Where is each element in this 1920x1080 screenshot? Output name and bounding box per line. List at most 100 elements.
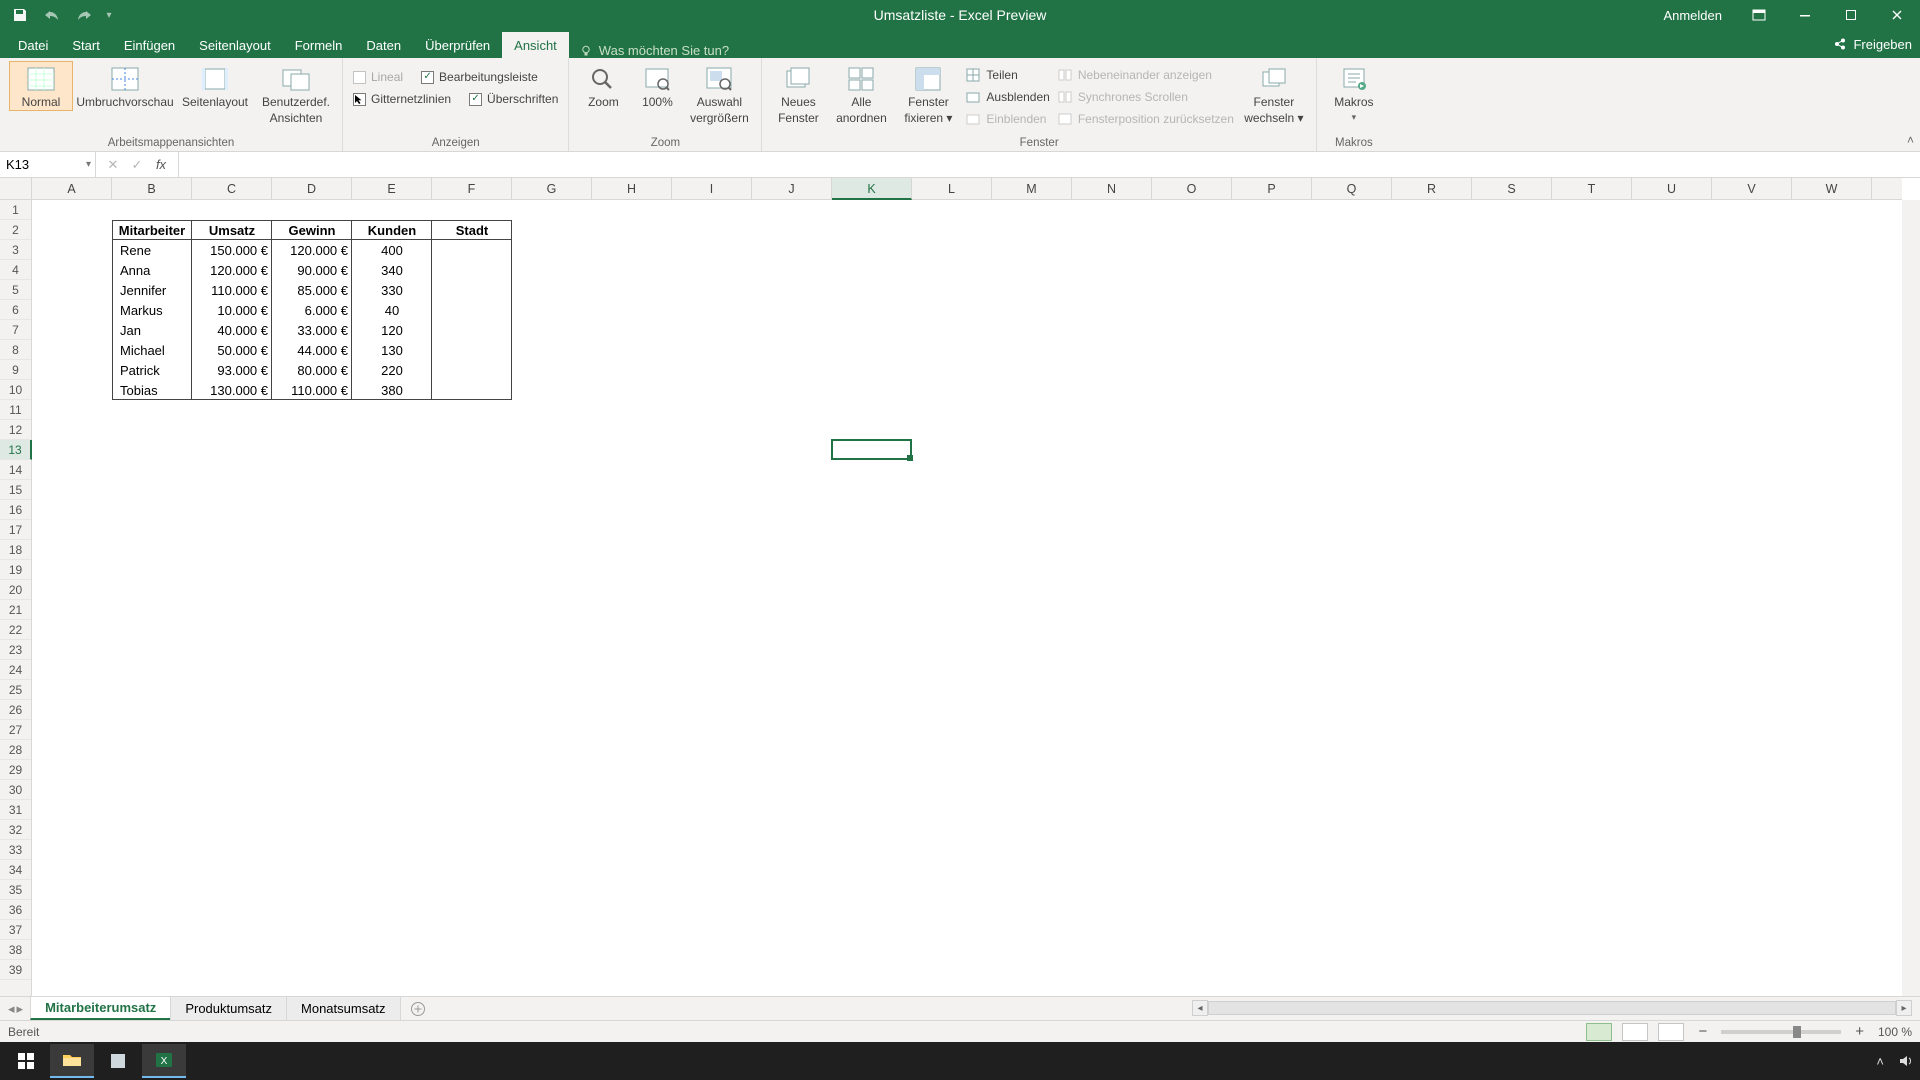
cell[interactable]	[432, 480, 512, 500]
cell[interactable]: 85.000 €	[272, 280, 352, 300]
cell[interactable]	[1632, 960, 1712, 980]
cell[interactable]	[512, 640, 592, 660]
cell[interactable]	[992, 740, 1072, 760]
cell[interactable]	[1632, 540, 1712, 560]
cell[interactable]	[1392, 840, 1472, 860]
cell[interactable]	[752, 940, 832, 960]
taskbar-explorer[interactable]	[50, 1044, 94, 1078]
cell[interactable]	[32, 800, 112, 820]
cell[interactable]	[432, 900, 512, 920]
view-pagelayout-button[interactable]: Seitenlayout	[178, 62, 252, 110]
cell[interactable]	[1392, 740, 1472, 760]
cell[interactable]	[1712, 340, 1792, 360]
cell[interactable]	[1072, 400, 1152, 420]
cell[interactable]	[1472, 780, 1552, 800]
cell[interactable]	[672, 520, 752, 540]
cell[interactable]	[592, 360, 672, 380]
cell[interactable]	[1632, 420, 1712, 440]
row-header[interactable]: 18	[0, 540, 31, 560]
cell[interactable]	[1072, 240, 1152, 260]
save-icon[interactable]	[6, 3, 34, 27]
cell[interactable]	[592, 300, 672, 320]
cell[interactable]	[1632, 260, 1712, 280]
cell[interactable]	[1152, 580, 1232, 600]
cell[interactable]	[1392, 340, 1472, 360]
cell[interactable]	[672, 400, 752, 420]
cell[interactable]	[1232, 820, 1312, 840]
cell[interactable]	[1072, 600, 1152, 620]
cell[interactable]	[1712, 680, 1792, 700]
cell[interactable]	[112, 580, 192, 600]
cell[interactable]	[352, 620, 432, 640]
cell[interactable]	[752, 720, 832, 740]
sheet-tab[interactable]: Monatsumsatz	[286, 997, 401, 1020]
row-header[interactable]: 9	[0, 360, 31, 380]
cell[interactable]	[1712, 360, 1792, 380]
cell[interactable]	[1552, 880, 1632, 900]
cell[interactable]	[1632, 300, 1712, 320]
cell[interactable]	[1392, 520, 1472, 540]
cell[interactable]	[752, 600, 832, 620]
cell[interactable]	[912, 320, 992, 340]
cell[interactable]	[912, 420, 992, 440]
cell[interactable]	[1072, 840, 1152, 860]
cell[interactable]	[352, 820, 432, 840]
cell[interactable]	[672, 200, 752, 220]
cell[interactable]	[1152, 540, 1232, 560]
cell[interactable]	[592, 920, 672, 940]
ribbon-tab-ansicht[interactable]: Ansicht	[502, 32, 569, 58]
cell[interactable]	[1072, 360, 1152, 380]
cell[interactable]	[912, 940, 992, 960]
cell[interactable]	[192, 460, 272, 480]
cell[interactable]	[192, 680, 272, 700]
cell[interactable]	[32, 880, 112, 900]
cell[interactable]	[592, 380, 672, 400]
cell[interactable]	[192, 880, 272, 900]
cell[interactable]: 40	[352, 300, 432, 320]
cell[interactable]	[432, 380, 512, 400]
cell[interactable]	[32, 560, 112, 580]
cell[interactable]	[512, 200, 592, 220]
cell[interactable]	[272, 680, 352, 700]
cell[interactable]	[832, 780, 912, 800]
cell[interactable]	[1552, 700, 1632, 720]
cell[interactable]	[1792, 500, 1872, 520]
cell[interactable]	[1152, 880, 1232, 900]
cell[interactable]	[912, 920, 992, 940]
cell[interactable]	[512, 940, 592, 960]
cell[interactable]	[1152, 900, 1232, 920]
cell[interactable]	[432, 940, 512, 960]
cell[interactable]	[1152, 260, 1232, 280]
cell[interactable]	[1472, 680, 1552, 700]
cell[interactable]	[1552, 600, 1632, 620]
cell[interactable]	[112, 800, 192, 820]
cell[interactable]	[32, 860, 112, 880]
cell[interactable]	[1712, 500, 1792, 520]
row-header[interactable]: 5	[0, 280, 31, 300]
cell[interactable]	[1632, 620, 1712, 640]
cell[interactable]	[272, 200, 352, 220]
cell[interactable]	[1152, 660, 1232, 680]
cell[interactable]	[912, 520, 992, 540]
cell[interactable]	[1552, 240, 1632, 260]
column-header[interactable]: N	[1072, 178, 1152, 199]
cell[interactable]	[752, 700, 832, 720]
cell[interactable]	[592, 440, 672, 460]
cell[interactable]	[432, 820, 512, 840]
cell[interactable]	[1792, 680, 1872, 700]
cell[interactable]	[352, 700, 432, 720]
cell[interactable]	[112, 880, 192, 900]
select-all-corner[interactable]	[0, 178, 32, 200]
ribbon-tab-start[interactable]: Start	[60, 32, 111, 58]
cell[interactable]	[1472, 560, 1552, 580]
cell[interactable]	[832, 360, 912, 380]
cell[interactable]	[1152, 400, 1232, 420]
cell[interactable]	[752, 640, 832, 660]
cell[interactable]	[32, 900, 112, 920]
cell[interactable]	[1312, 860, 1392, 880]
column-header[interactable]: S	[1472, 178, 1552, 199]
cell[interactable]	[1072, 380, 1152, 400]
cell[interactable]	[672, 560, 752, 580]
cell[interactable]	[1472, 400, 1552, 420]
cell[interactable]	[1712, 520, 1792, 540]
